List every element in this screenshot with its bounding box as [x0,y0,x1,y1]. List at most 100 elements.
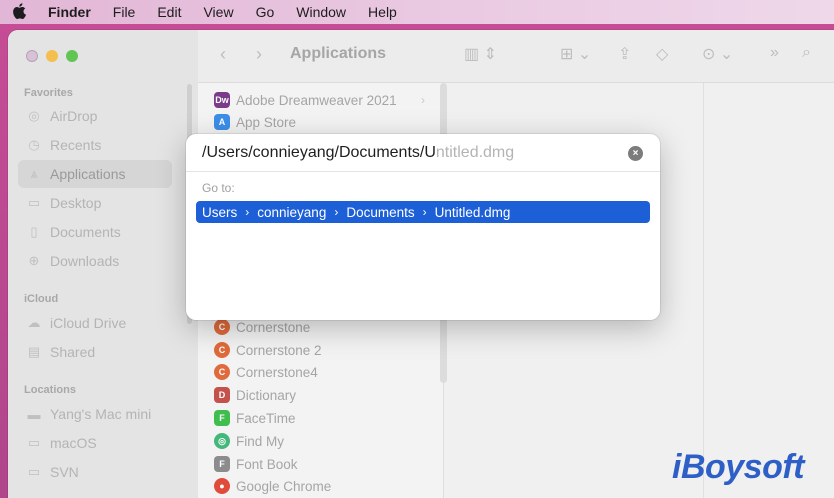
sidebar-item-label: Downloads [50,253,120,269]
menu-file[interactable]: File [113,4,136,20]
facetime-icon: F [214,410,230,426]
zoom-window-button[interactable] [66,50,78,62]
go-to-folder-dialog: /Users/connieyang/Documents/Untitled.dmg… [186,134,660,320]
shared-folder-icon: ▤ [27,344,41,359]
list-item[interactable]: ◎ Find My [214,430,284,452]
sidebar-item-downloads[interactable]: ⊕ Downloads [18,247,172,275]
sidebar-item-label: Documents [50,224,121,240]
sidebar-item-documents[interactable]: ▯ Documents [18,218,172,246]
sidebar-item-applications[interactable]: ⩓ Applications [18,160,172,188]
path-separator-icon: › [422,205,427,219]
download-icon: ⊕ [28,253,40,268]
list-item-label: Cornerstone [236,319,311,335]
sidebar-item-label: SVN [50,464,79,480]
iboysoft-watermark: iBoysoft [672,448,805,486]
list-item-label: Find My [236,433,285,449]
group-grid-icon[interactable]: ⊞ ⌄ [560,44,591,64]
chrome-icon: ● [214,478,230,494]
path-segment: connieyang [257,204,327,220]
cloud-icon: ☁ [27,315,41,330]
clear-icon[interactable]: × [628,146,643,161]
sidebar-item-svn[interactable]: ▭ SVN [18,458,172,486]
list-item-label: Cornerstone4 [236,364,318,380]
list-item-label: Adobe Dreamweaver 2021 [236,92,397,108]
sidebar-item-label: Recents [50,137,102,153]
typed-path: /Users/connieyang/Documents/U [202,144,436,161]
document-icon: ▯ [30,224,38,239]
menu-go[interactable]: Go [256,4,275,20]
find-my-icon: ◎ [214,433,230,449]
app-store-icon: A [214,114,230,130]
menu-edit[interactable]: Edit [157,4,181,20]
sidebar-item-shared[interactable]: ▤ Shared [18,338,172,366]
divider [186,171,660,172]
sidebar-item-macos[interactable]: ▭ macOS [18,429,172,457]
minimize-window-button[interactable] [46,50,58,62]
search-icon[interactable]: ⌕ [802,44,811,62]
menu-help[interactable]: Help [368,4,397,20]
list-item-label: Cornerstone 2 [236,342,322,358]
path-suggestion-row[interactable]: Users › connieyang › Documents › Untitle… [196,201,650,223]
expand-toolbar-icon[interactable]: » [770,44,779,62]
menu-finder[interactable]: Finder [48,4,91,20]
list-item[interactable]: C Cornerstone 2 [214,339,322,361]
back-chevron-icon[interactable]: ‹ [220,44,226,65]
sidebar-item-label: AirDrop [50,108,98,124]
column-view-icon[interactable]: ▥ ⇕ [464,44,497,64]
clock-icon: ◷ [28,137,40,152]
list-item-label: App Store [236,114,297,130]
menu-view[interactable]: View [203,4,233,20]
path-separator-icon: › [245,205,250,219]
list-item[interactable]: D Dictionary [214,384,296,406]
sidebar-item-recents[interactable]: ◷ Recents [18,131,172,159]
list-item[interactable]: F FaceTime [214,407,296,429]
computer-icon: ▬ [27,406,41,422]
applications-icon: ⩓ [30,166,38,181]
list-item[interactable]: Dw Adobe Dreamweaver 2021 [214,89,397,111]
list-item-label: Google Chrome [236,478,332,494]
sidebar-heading-icloud: iCloud [24,293,59,305]
sidebar-item-mac-mini[interactable]: ▬ Yang's Mac mini [18,400,172,428]
path-separator-icon: › [334,205,339,219]
chevron-right-icon: › [421,93,425,107]
more-actions-icon[interactable]: ⊙ ⌄ [702,44,733,64]
dictionary-icon: D [214,387,230,403]
forward-chevron-icon[interactable]: › [256,44,262,65]
font-book-icon: F [214,456,230,472]
menu-bar: Finder File Edit View Go Window Help [0,0,834,24]
disk-icon: ▭ [27,464,41,479]
list-item-label: FaceTime [236,410,296,426]
window-controls [26,50,78,62]
list-item-label: Font Book [236,456,298,472]
menu-window[interactable]: Window [296,4,346,20]
toolbar: ‹ › Applications ▥ ⇕ ⊞ ⌄ ⇪ ◇ ⊙ ⌄ » ⌕ [198,30,834,83]
close-window-button[interactable] [26,50,38,62]
sidebar-item-label: macOS [50,435,97,451]
sidebar-item-label: iCloud Drive [50,315,127,331]
share-icon[interactable]: ⇪ [618,44,631,64]
sidebar-item-label: Applications [50,166,126,182]
dreamweaver-icon: Dw [214,92,230,108]
sidebar: Favorites ◎ AirDrop ◷ Recents ⩓ Applicat… [8,30,198,498]
path-segment: Untitled.dmg [434,204,511,220]
path-segment: Documents [346,204,415,220]
go-to-label: Go to: [202,181,235,195]
sidebar-item-icloud-drive[interactable]: ☁ iCloud Drive [18,309,172,337]
cornerstone-icon: C [214,364,230,380]
sidebar-item-label: Yang's Mac mini [50,406,152,422]
desktop-icon: ▭ [27,195,41,210]
sidebar-item-desktop[interactable]: ▭ Desktop [18,189,172,217]
list-item[interactable]: C Cornerstone4 [214,361,318,383]
list-item[interactable]: F Font Book [214,453,298,475]
sidebar-item-airdrop[interactable]: ◎ AirDrop [18,102,172,130]
list-item[interactable]: A App Store [214,111,296,133]
sidebar-item-label: Desktop [50,195,102,211]
tag-icon[interactable]: ◇ [656,44,668,64]
autocomplete-suggestion: ntitled.dmg [435,144,515,161]
apple-menu-icon[interactable] [12,2,28,22]
cornerstone-icon: C [214,319,230,335]
path-input[interactable]: /Users/connieyang/Documents/Untitled.dmg [202,144,514,162]
window-title: Applications [290,45,387,62]
list-item[interactable]: ● Google Chrome [214,475,331,497]
cornerstone-icon: C [214,342,230,358]
